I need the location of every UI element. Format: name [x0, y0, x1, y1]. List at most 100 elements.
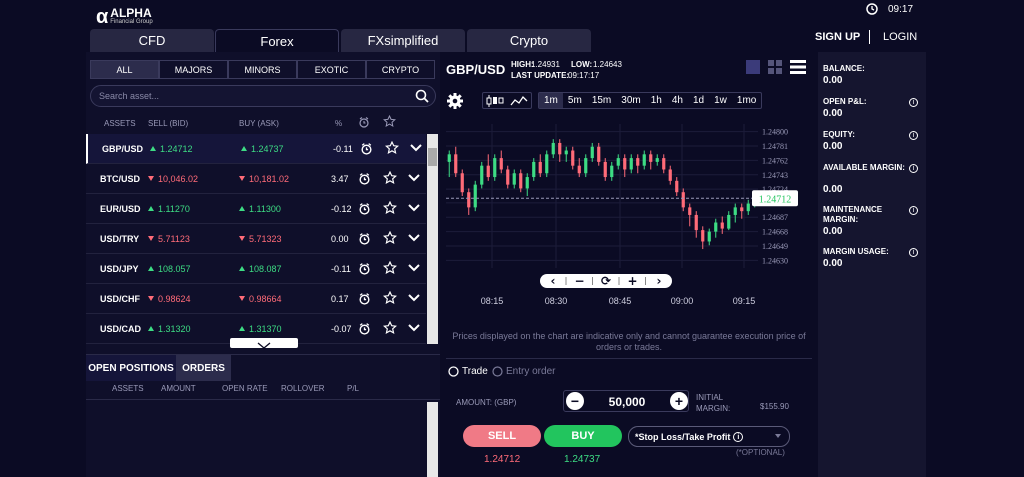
alarm-icon[interactable] [360, 142, 373, 155]
zoom-out-icon[interactable]: − [574, 274, 584, 288]
asset-change: -0.12 [331, 204, 352, 214]
tab-cfd[interactable]: CFD [90, 29, 214, 52]
expand-handle[interactable] [230, 338, 298, 349]
alarm-icon[interactable] [358, 292, 371, 305]
asset-sell[interactable]: 0.98624 [148, 294, 191, 304]
star-icon[interactable] [385, 141, 399, 155]
tab-forex[interactable]: Forex [215, 29, 339, 52]
info-icon[interactable]: i [909, 131, 918, 140]
logo[interactable]: α ALPHA Financial Group [96, 6, 153, 29]
alarm-icon[interactable] [358, 262, 371, 275]
search-icon[interactable] [415, 89, 429, 103]
signup-link[interactable]: SIGN UP [815, 31, 860, 43]
star-icon[interactable] [383, 291, 397, 305]
asset-sell[interactable]: 10,046.02 [148, 174, 198, 184]
menu-icon[interactable] [790, 59, 806, 75]
asset-row[interactable]: BTC/USD 10,046.02 10,181.02 3.47 [86, 164, 426, 194]
alarm-icon[interactable] [358, 322, 371, 335]
asset-sell[interactable]: 1.11270 [148, 204, 190, 214]
chevron-down-icon[interactable] [408, 174, 420, 182]
positions-scrollbar[interactable] [427, 402, 438, 477]
gear-icon[interactable] [446, 92, 464, 110]
star-icon[interactable] [383, 321, 397, 335]
alarm-icon[interactable] [358, 202, 371, 215]
chevron-down-icon[interactable] [410, 144, 422, 152]
asset-sell[interactable]: 1.24712 [150, 144, 193, 154]
timeframe-30m[interactable]: 30m [616, 93, 645, 108]
asset-buy[interactable]: 1.24737 [241, 144, 284, 154]
trade-radio[interactable]: Trade [448, 366, 488, 377]
timeframe-1m[interactable]: 1m [539, 93, 563, 108]
info-icon[interactable]: i [909, 164, 918, 173]
timeframe-5m[interactable]: 5m [563, 93, 587, 108]
tab-crypto[interactable]: Crypto [467, 29, 591, 52]
filter-crypto[interactable]: CRYPTO [366, 60, 435, 79]
tab-fxsimplified[interactable]: FXsimplified [341, 29, 465, 52]
asset-sell[interactable]: 5.71123 [148, 234, 190, 244]
reset-icon[interactable]: ⟳ [601, 274, 611, 288]
asset-buy[interactable]: 1.31370 [239, 324, 282, 334]
asset-row[interactable]: USD/TRY 5.71123 5.71323 0.00 [86, 224, 426, 254]
star-icon[interactable] [383, 231, 397, 245]
alarm-icon[interactable] [358, 172, 371, 185]
star-icon[interactable] [383, 201, 397, 215]
timeframe-4h[interactable]: 4h [667, 93, 688, 108]
filter-all[interactable]: ALL [90, 60, 159, 79]
asset-buy[interactable]: 5.71323 [239, 234, 282, 244]
line-chart-icon[interactable] [510, 95, 528, 107]
chevron-down-icon[interactable] [408, 324, 420, 332]
asset-buy[interactable]: 0.98664 [239, 294, 282, 304]
timeframe-1w[interactable]: 1w [709, 93, 732, 108]
star-icon[interactable] [383, 171, 397, 185]
info-icon[interactable]: i [909, 248, 918, 257]
timeframe-15m[interactable]: 15m [587, 93, 616, 108]
stop-loss-take-profit-select[interactable]: *Stop Loss/Take Profit i [628, 426, 790, 447]
pos-col-pl: P/L [347, 384, 360, 393]
initial-margin-label: INITIAL MARGIN: [696, 393, 731, 413]
asset-sell[interactable]: 108.057 [148, 264, 191, 274]
amount-value[interactable]: 50,000 [588, 395, 666, 409]
asset-sell[interactable]: 1.31320 [148, 324, 191, 334]
tab-orders[interactable]: ORDERS [176, 355, 231, 381]
price-chart[interactable]: 1.248001.247811.247621.247431.247241.247… [440, 116, 818, 356]
sell-button[interactable]: SELL [463, 425, 541, 447]
asset-row[interactable]: USD/JPY 108.057 108.087 -0.11 [86, 254, 426, 284]
timeframe-1mo[interactable]: 1mo [732, 93, 761, 108]
chevron-left-icon[interactable]: ‹ [551, 274, 556, 288]
search-input[interactable]: Search asset... [90, 85, 436, 107]
asset-scrollbar[interactable] [427, 134, 438, 344]
info-icon[interactable]: i [733, 431, 744, 442]
star-icon[interactable] [383, 261, 397, 275]
entry-order-radio[interactable]: Entry order [492, 366, 555, 377]
chevron-down-icon[interactable] [408, 204, 420, 212]
chevron-down-icon[interactable] [408, 294, 420, 302]
info-icon[interactable]: i [909, 98, 918, 107]
timeframe-1d[interactable]: 1d [688, 93, 709, 108]
candlestick-icon[interactable] [486, 95, 504, 107]
buy-button[interactable]: BUY [544, 425, 622, 447]
asset-buy[interactable]: 10,181.02 [239, 174, 289, 184]
filter-exotic[interactable]: EXOTIC [297, 60, 366, 79]
zoom-in-icon[interactable]: + [627, 274, 637, 288]
plus-icon[interactable]: + [670, 392, 688, 410]
single-layout-icon[interactable] [746, 60, 760, 74]
asset-row[interactable]: GBP/USD 1.24712 1.24737 -0.11 [86, 134, 426, 164]
minus-icon[interactable]: − [566, 392, 584, 410]
amount-stepper[interactable]: − 50,000 + [563, 390, 689, 412]
alarm-icon[interactable] [358, 232, 371, 245]
chevron-right-icon[interactable]: › [657, 274, 662, 288]
asset-row[interactable]: USD/CHF 0.98624 0.98664 0.17 [86, 284, 426, 314]
asset-row[interactable]: EUR/USD 1.11270 1.11300 -0.12 [86, 194, 426, 224]
chevron-down-icon[interactable] [408, 234, 420, 242]
arrow-down-icon [239, 236, 245, 241]
tab-open-positions[interactable]: OPEN POSITIONS [86, 355, 176, 381]
grid-layout-icon[interactable] [768, 60, 782, 74]
asset-buy[interactable]: 1.11300 [239, 204, 281, 214]
chevron-down-icon[interactable] [408, 264, 420, 272]
info-icon[interactable]: i [909, 206, 918, 215]
asset-buy[interactable]: 108.087 [239, 264, 282, 274]
timeframe-1h[interactable]: 1h [646, 93, 667, 108]
filter-minors[interactable]: MINORS [228, 60, 297, 79]
filter-majors[interactable]: MAJORS [159, 60, 228, 79]
login-link[interactable]: LOGIN [883, 31, 917, 43]
